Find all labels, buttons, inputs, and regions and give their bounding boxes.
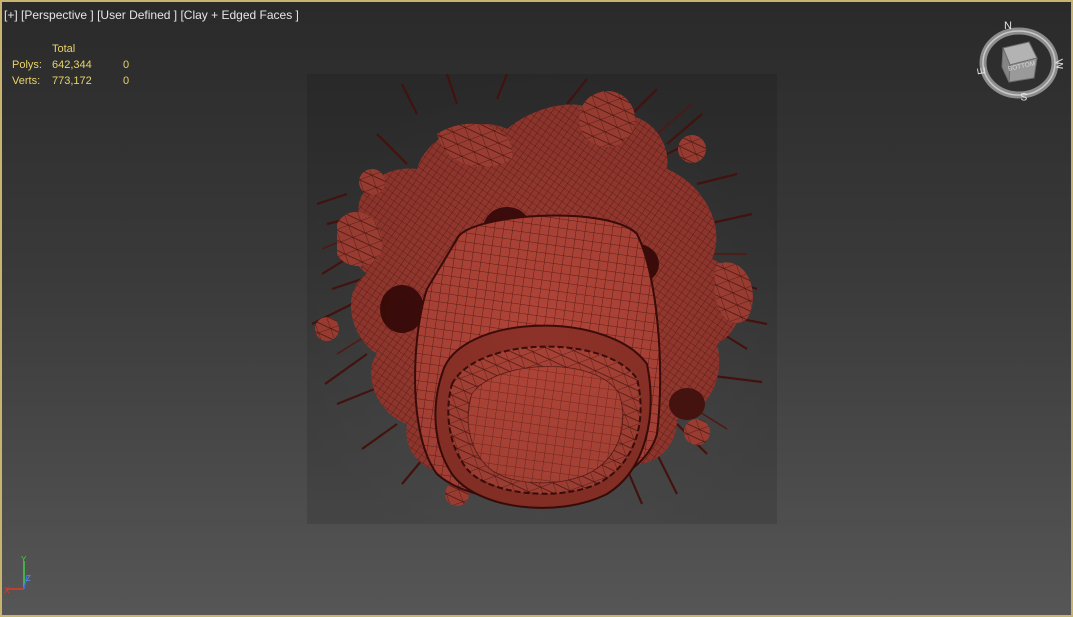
viewcube-north-label[interactable]: N bbox=[1004, 20, 1012, 32]
stats-row-label: Polys: bbox=[12, 59, 42, 71]
stats-row-total: 642,344 bbox=[52, 59, 92, 71]
viewport-label-menu: [+] [Perspective ] [User Defined ] [Clay… bbox=[4, 8, 299, 22]
stats-row-polys: Polys: 642,344 0 bbox=[12, 57, 152, 73]
viewcube[interactable]: BOTTOM N W S E bbox=[977, 20, 1063, 106]
stats-row-verts: Verts: 773,172 0 bbox=[12, 73, 152, 89]
viewcube-west-label[interactable]: W bbox=[1052, 58, 1063, 71]
stats-row-selected: 0 bbox=[123, 59, 130, 71]
stats-header-row: Total bbox=[12, 41, 152, 57]
viewport-shading-menu[interactable]: [Clay + Edged Faces ] bbox=[180, 8, 298, 22]
viewport-point-of-view-menu[interactable]: [Perspective ] bbox=[21, 8, 94, 22]
viewport-plus-menu[interactable]: [+] bbox=[4, 8, 18, 22]
stats-row-label: Verts: bbox=[12, 75, 41, 87]
viewcube-south-label[interactable]: S bbox=[1020, 90, 1027, 102]
axis-z-label: Z bbox=[26, 574, 31, 583]
axis-tripod: Y Z X bbox=[4, 555, 31, 595]
perspective-viewport[interactable]: [+] [Perspective ] [User Defined ] [Clay… bbox=[0, 0, 1073, 617]
stats-row-selected: 0 bbox=[123, 75, 130, 87]
scene-model[interactable] bbox=[307, 74, 777, 524]
axis-y-label: Y bbox=[21, 555, 27, 564]
stats-row-total: 773,172 bbox=[52, 75, 92, 87]
viewport-view-preset-menu[interactable]: [User Defined ] bbox=[97, 8, 177, 22]
statistics-overlay: Total Polys: 642,344 0 Verts: 773,172 0 bbox=[12, 41, 152, 89]
stats-total-header: Total bbox=[52, 43, 76, 55]
axis-x-label: X bbox=[4, 586, 10, 595]
model-body bbox=[307, 74, 777, 524]
viewcube-east-label[interactable]: E bbox=[977, 66, 989, 75]
